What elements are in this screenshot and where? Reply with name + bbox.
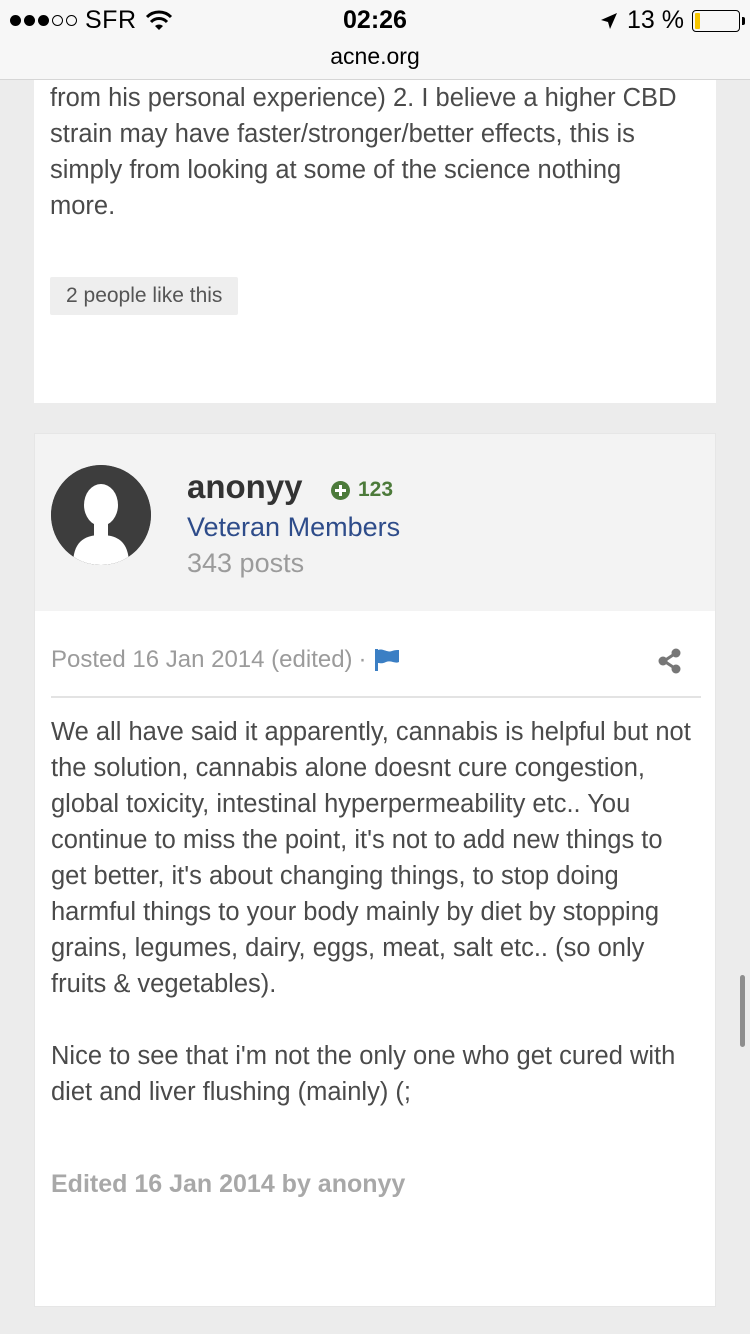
posted-date[interactable]: Posted 16 Jan 2014 (edited) [51, 646, 353, 674]
status-right: 13 % [599, 6, 745, 35]
flag-icon[interactable] [373, 648, 401, 672]
post-card: anonyy 123 Veteran Members 343 posts Pos… [34, 433, 716, 1307]
likes-badge[interactable]: 2 people like this [50, 277, 239, 315]
default-avatar-icon[interactable] [51, 465, 151, 565]
edited-note: Edited 16 Jan 2014 by anonyy [51, 1170, 406, 1198]
member-group: Veteran Members [187, 512, 401, 542]
battery-fill [695, 12, 701, 29]
battery-percent: 13 % [627, 6, 684, 34]
post-meta: Posted 16 Jan 2014 (edited) · [51, 646, 701, 698]
scroll-indicator[interactable] [740, 975, 745, 1047]
url-domain[interactable]: acne.org [330, 43, 420, 69]
status-bar: SFR 02:26 13 % [0, 0, 750, 40]
url-bar[interactable]: acne.org [0, 40, 750, 80]
share-icon[interactable] [657, 648, 683, 674]
previous-post-card: from his personal experience) 2. I belie… [34, 80, 716, 403]
meta-separator: · [358, 646, 367, 673]
post-body: We all have said it apparently, cannabis… [51, 714, 691, 1110]
reputation-badge: 123 [331, 478, 393, 502]
previous-post-text: from his personal experience) 2. I belie… [50, 84, 677, 220]
post-paragraph: Nice to see that i'm not the only one wh… [51, 1042, 676, 1106]
post-count: 343 posts [187, 548, 305, 578]
battery-icon [692, 9, 745, 32]
author-info: anonyy 123 Veteran Members 343 posts [35, 434, 715, 611]
location-arrow-icon [601, 12, 618, 29]
author-name[interactable]: anonyy [187, 468, 303, 506]
plus-circle-icon [331, 480, 350, 500]
reputation-count: 123 [358, 478, 394, 501]
post-paragraph: We all have said it apparently, cannabis… [51, 718, 691, 998]
